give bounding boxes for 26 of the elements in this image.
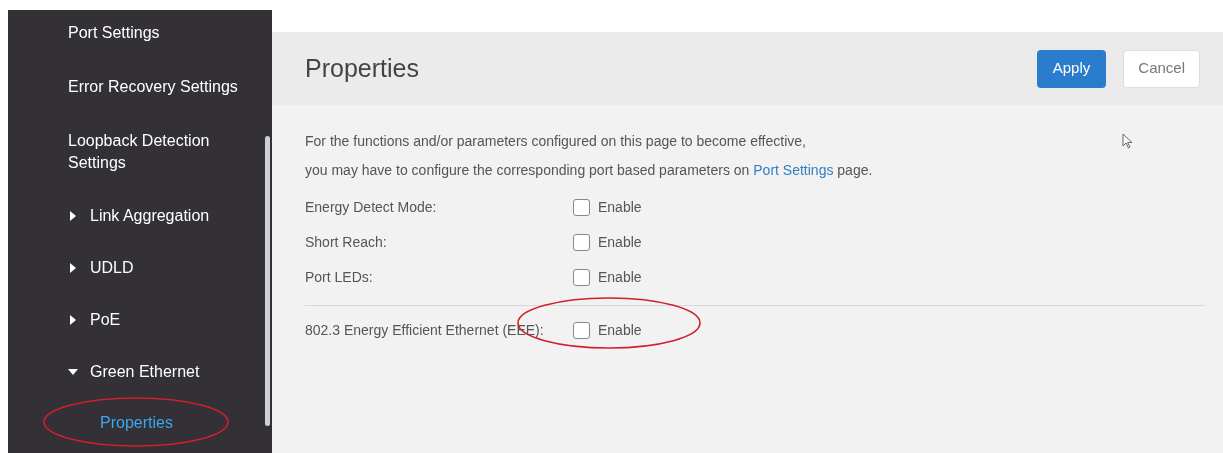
info-text: For the functions and/or parameters configured on this page to become effective, you may have to configure the corresponding port based parameters on Port Settings page. bbox=[305, 132, 873, 180]
setting-label: Energy Detect Mode: bbox=[305, 198, 438, 217]
apply-button[interactable]: Apply bbox=[1036, 49, 1107, 88]
nav-item[interactable]: Loopback Detection Settings bbox=[68, 130, 260, 174]
checkbox[interactable] bbox=[573, 199, 590, 216]
checkbox-label: Enable bbox=[598, 268, 642, 287]
checkbox[interactable] bbox=[573, 269, 590, 286]
nav-group[interactable]: UDLD bbox=[90, 256, 134, 280]
nav-item[interactable]: Properties bbox=[100, 412, 173, 434]
page-title: Properties bbox=[305, 52, 419, 84]
nav-group[interactable]: PoE bbox=[90, 308, 121, 332]
port-settings-link[interactable]: Port Settings bbox=[753, 162, 834, 178]
cursor-icon bbox=[1122, 133, 1133, 149]
checkbox-label: Enable bbox=[598, 233, 642, 252]
setting-label: Short Reach: bbox=[305, 233, 388, 252]
nav-item[interactable]: Port Settings bbox=[68, 22, 160, 44]
checkbox-label: Enable bbox=[598, 198, 642, 217]
nav-item[interactable]: Error Recovery Settings bbox=[68, 76, 238, 98]
nav-group[interactable]: Green Ethernet bbox=[90, 360, 200, 384]
scrollbar[interactable] bbox=[265, 136, 270, 426]
nav-group[interactable]: Link Aggregation bbox=[90, 204, 210, 228]
checkbox-label: Enable bbox=[598, 321, 642, 340]
checkbox[interactable] bbox=[573, 234, 590, 251]
cancel-button[interactable]: Cancel bbox=[1123, 49, 1200, 88]
checkbox[interactable] bbox=[573, 322, 590, 339]
setting-label: Port LEDs: bbox=[305, 268, 374, 287]
